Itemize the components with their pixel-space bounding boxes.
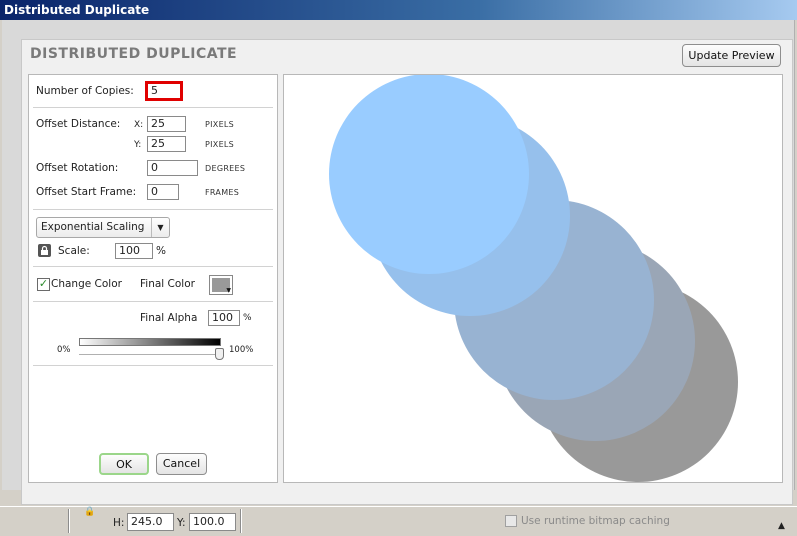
- bitmap-cache-checkbox[interactable]: [505, 515, 517, 527]
- change-color-checkbox[interactable]: ✓: [37, 278, 50, 291]
- divider: [33, 301, 273, 302]
- final-alpha-label: Final Alpha: [140, 312, 198, 324]
- offset-y-unit: PIXELS: [205, 140, 235, 149]
- alpha-gradient-bar: [79, 338, 221, 346]
- height-input[interactable]: 245.0: [127, 513, 174, 531]
- window-title: Distributed Duplicate: [0, 0, 797, 20]
- preview-canvas: [283, 74, 783, 483]
- divider: [33, 107, 273, 108]
- offset-y-label: Y:: [134, 140, 142, 150]
- preview-svg: [329, 74, 738, 482]
- offset-y-input[interactable]: 25: [147, 136, 186, 152]
- scaling-selected: Exponential Scaling: [41, 221, 145, 233]
- settings-panel: Number of Copies: 5 Offset Distance: X: …: [28, 74, 278, 483]
- scaling-dropdown[interactable]: Exponential Scaling ▼: [36, 217, 170, 238]
- scale-input[interactable]: 100: [115, 243, 153, 259]
- offset-start-frame-label: Offset Start Frame:: [36, 186, 137, 198]
- alpha-min-label: 0%: [57, 345, 71, 355]
- chevron-down-icon: ▼: [151, 218, 169, 237]
- scale-label: Scale:: [58, 245, 90, 257]
- height-label: H:: [113, 517, 125, 529]
- offset-rotation-label: Offset Rotation:: [36, 162, 119, 174]
- copies-input[interactable]: 5: [145, 81, 183, 101]
- offset-x-input[interactable]: 25: [147, 116, 186, 132]
- preview-circle-1: [329, 74, 529, 274]
- offset-distance-label: Offset Distance:: [36, 118, 121, 130]
- dialog-frame: DISTRIBUTED DUPLICATE Update Preview Num…: [2, 20, 795, 505]
- alpha-slider-thumb[interactable]: [215, 348, 224, 360]
- offset-x-unit: PIXELS: [205, 120, 235, 129]
- collapse-arrow-icon[interactable]: ▲: [778, 521, 785, 531]
- final-color-label: Final Color: [140, 278, 195, 290]
- divider: [33, 266, 273, 267]
- y-position-label: Y:: [177, 517, 186, 529]
- distributed-duplicate-dialog: DISTRIBUTED DUPLICATE Update Preview Num…: [21, 39, 793, 505]
- offset-rotation-input[interactable]: 0: [147, 160, 198, 176]
- final-color-swatch[interactable]: ▼: [209, 275, 233, 295]
- update-preview-button[interactable]: Update Preview: [682, 44, 781, 67]
- final-alpha-unit: %: [243, 313, 252, 323]
- offset-x-label: X:: [134, 120, 144, 130]
- change-color-label: Change Color: [51, 278, 122, 290]
- lock-icon[interactable]: [38, 244, 51, 257]
- lock-icon[interactable]: 🔒: [84, 507, 95, 517]
- cancel-button[interactable]: Cancel: [156, 453, 207, 475]
- scale-unit: %: [156, 245, 166, 257]
- divider: [33, 365, 273, 366]
- divider: [33, 209, 273, 210]
- ok-button[interactable]: OK: [99, 453, 149, 475]
- alpha-max-label: 100%: [229, 345, 254, 355]
- copies-label: Number of Copies:: [36, 85, 134, 97]
- final-alpha-input[interactable]: 100: [208, 310, 240, 326]
- divider: [68, 509, 70, 533]
- swatch-arrow-icon: ▼: [226, 287, 231, 294]
- dialog-heading: DISTRIBUTED DUPLICATE: [30, 46, 238, 62]
- bitmap-cache-label: Use runtime bitmap caching: [521, 515, 670, 527]
- alpha-slider-track[interactable]: [79, 354, 219, 355]
- offset-start-frame-input[interactable]: 0: [147, 184, 179, 200]
- y-position-input[interactable]: 100.0: [189, 513, 236, 531]
- divider: [240, 509, 242, 533]
- properties-bar: 🔒 H: 245.0 Y: 100.0 Use runtime bitmap c…: [0, 506, 797, 536]
- offset-start-frame-unit: FRAMES: [205, 188, 240, 197]
- offset-rotation-unit: DEGREES: [205, 164, 246, 173]
